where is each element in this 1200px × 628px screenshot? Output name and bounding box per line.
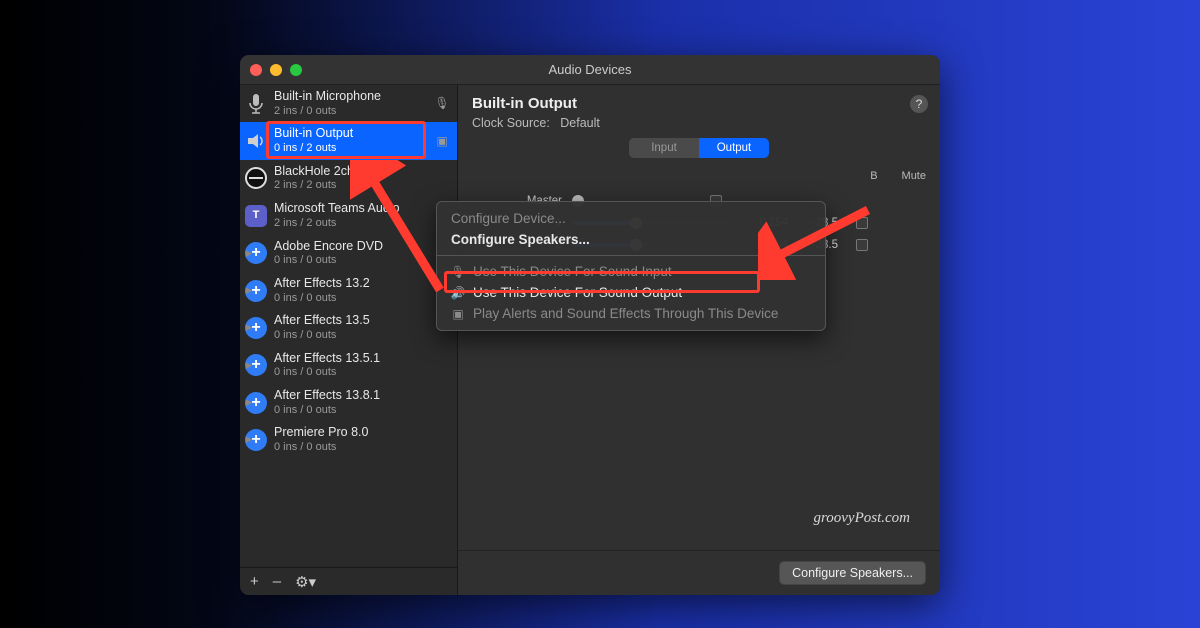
device-row[interactable]: BlackHole 2ch2 ins / 2 outs	[240, 160, 457, 197]
device-name: After Effects 13.8.1	[274, 388, 427, 404]
device-io-summary: 0 ins / 0 outs	[274, 366, 427, 380]
menu-use-for-input[interactable]: 🎙 Use This Device For Sound Input	[437, 261, 825, 282]
titlebar: Audio Devices	[240, 55, 940, 85]
menu-configure-speakers[interactable]: Configure Speakers...	[437, 229, 825, 250]
io-tab-control[interactable]: Input Output	[629, 138, 769, 158]
audio-midi-window: Audio Devices Built-in Microphone2 ins /…	[240, 55, 940, 595]
device-io-summary: 2 ins / 0 outs	[274, 105, 427, 119]
tab-output[interactable]: Output	[699, 138, 769, 158]
device-name: After Effects 13.5.1	[274, 351, 427, 367]
mute-checkbox[interactable]	[856, 239, 868, 251]
device-trailing-icon: ▣	[433, 134, 451, 149]
device-io-summary: 0 ins / 0 outs	[274, 292, 427, 306]
device-name: After Effects 13.2	[274, 276, 427, 292]
device-icon: +	[244, 428, 268, 452]
menu-play-alerts[interactable]: ▣ Play Alerts and Sound Effects Through …	[437, 303, 825, 324]
device-icon: +	[244, 353, 268, 377]
device-io-summary: 0 ins / 0 outs	[274, 254, 427, 268]
mute-checkbox[interactable]	[856, 217, 868, 229]
col-mute: Mute	[902, 170, 926, 182]
device-name: Built-in Output	[274, 126, 427, 142]
device-row[interactable]: ▶+Adobe Encore DVD0 ins / 0 outs	[240, 235, 457, 272]
device-row[interactable]: ▶+After Effects 13.20 ins / 0 outs	[240, 272, 457, 309]
device-row[interactable]: ▶+Premiere Pro 8.00 ins / 0 outs	[240, 421, 457, 458]
tab-input[interactable]: Input	[629, 138, 699, 158]
mic-icon: 🎙	[451, 265, 465, 279]
channel-column-headers: B Mute	[458, 164, 940, 182]
speaker-icon: 🔊	[451, 286, 465, 300]
device-icon: +	[244, 241, 268, 265]
device-row[interactable]: T Microsoft Teams Audio2 ins / 2 outs	[240, 197, 457, 234]
device-io-summary: 0 ins / 2 outs	[274, 142, 427, 156]
device-row[interactable]: ▶+After Effects 13.5.10 ins / 0 outs	[240, 347, 457, 384]
device-name: Premiere Pro 8.0	[274, 425, 427, 441]
device-icon: +	[244, 316, 268, 340]
device-io-summary: 0 ins / 0 outs	[274, 329, 427, 343]
sidebar-footer: + – ⚙︎▾	[240, 567, 457, 595]
device-row[interactable]: ▶+After Effects 13.8.10 ins / 0 outs	[240, 384, 457, 421]
clock-source-value[interactable]: Default	[560, 116, 600, 130]
alerts-icon: ▣	[451, 307, 465, 321]
device-icon: +	[244, 279, 268, 303]
window-title: Audio Devices	[240, 62, 940, 77]
device-trailing-icon: 🎙	[433, 96, 451, 111]
device-icon: +	[244, 391, 268, 415]
remove-device-button[interactable]: –	[273, 573, 281, 590]
device-name: After Effects 13.5	[274, 313, 427, 329]
detail-title: Built-in Output	[472, 95, 926, 112]
device-io-summary: 0 ins / 0 outs	[274, 404, 427, 418]
device-name: Built-in Microphone	[274, 89, 427, 105]
device-icon	[244, 92, 268, 116]
device-io-summary: 2 ins / 2 outs	[274, 217, 427, 231]
watermark: groovyPost.com	[813, 510, 910, 527]
device-context-menu[interactable]: Configure Device... Configure Speakers..…	[436, 201, 826, 331]
clock-source-label: Clock Source:	[472, 116, 550, 130]
menu-configure-device[interactable]: Configure Device...	[437, 208, 825, 229]
device-name: Adobe Encore DVD	[274, 239, 427, 255]
device-io-summary: 0 ins / 0 outs	[274, 441, 427, 455]
help-button[interactable]: ?	[910, 95, 928, 113]
device-sidebar: Built-in Microphone2 ins / 0 outs🎙Built-…	[240, 85, 458, 595]
configure-speakers-button[interactable]: Configure Speakers...	[779, 561, 926, 585]
device-icon	[244, 166, 268, 190]
device-icon: T	[244, 204, 268, 228]
device-icon	[244, 129, 268, 153]
device-row[interactable]: Built-in Microphone2 ins / 0 outs 🎙	[240, 85, 457, 122]
device-list[interactable]: Built-in Microphone2 ins / 0 outs🎙Built-…	[240, 85, 457, 567]
gear-menu-button[interactable]: ⚙︎▾	[295, 573, 316, 591]
col-db: B	[870, 170, 877, 182]
device-row[interactable]: ▶+After Effects 13.50 ins / 0 outs	[240, 309, 457, 346]
add-device-button[interactable]: +	[250, 573, 259, 590]
clock-source-row: Clock Source: Default	[472, 116, 926, 130]
device-name: Microsoft Teams Audio	[274, 201, 427, 217]
device-name: BlackHole 2ch	[274, 164, 427, 180]
device-io-summary: 2 ins / 2 outs	[274, 179, 427, 193]
device-row[interactable]: Built-in Output0 ins / 2 outs ▣	[240, 122, 457, 159]
menu-use-for-output[interactable]: 🔊 Use This Device For Sound Output	[437, 282, 825, 303]
